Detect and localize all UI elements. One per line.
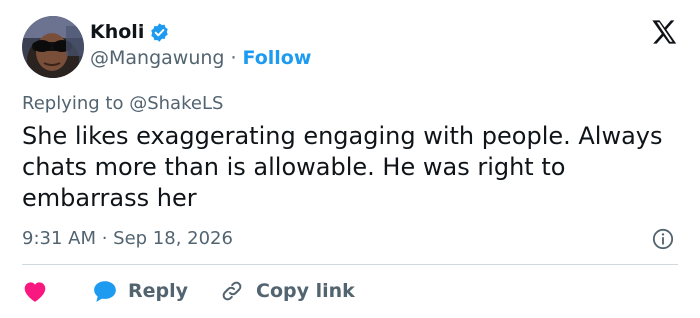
tweet-text: She likes exaggerating engaging with peo… — [22, 122, 663, 212]
handle-row: @Mangawung · Follow — [90, 47, 311, 69]
speech-bubble-icon — [92, 279, 118, 303]
copy-link-button[interactable]: Copy link — [220, 279, 355, 303]
action-bar: Reply Copy link — [22, 277, 355, 305]
x-logo-icon[interactable] — [650, 18, 678, 46]
reply-mention-link[interactable]: @ShakeLS — [129, 93, 223, 114]
avatar[interactable] — [22, 16, 84, 78]
like-button[interactable] — [22, 279, 92, 303]
replying-to-prefix: Replying to — [22, 93, 124, 114]
separator-dot: · — [230, 47, 237, 69]
divider — [22, 264, 678, 265]
verified-badge-icon — [149, 22, 170, 43]
tweet-card: Kholi @Mangawung · Follow Replying to @S… — [0, 0, 700, 318]
follow-button[interactable]: Follow — [243, 47, 312, 69]
author-block: Kholi @Mangawung · Follow — [90, 19, 311, 69]
timestamp[interactable]: 9:31 AM · Sep 18, 2026 — [22, 228, 233, 249]
handle[interactable]: @Mangawung — [90, 47, 224, 69]
reply-button[interactable]: Reply — [92, 279, 188, 303]
heart-icon — [22, 279, 48, 303]
replying-to: Replying to @ShakeLS — [22, 93, 223, 114]
display-name[interactable]: Kholi — [90, 21, 144, 43]
link-icon — [220, 279, 244, 303]
info-icon[interactable] — [652, 228, 674, 250]
copy-link-label: Copy link — [256, 280, 355, 302]
reply-label: Reply — [128, 280, 189, 302]
name-row: Kholi — [90, 19, 311, 45]
